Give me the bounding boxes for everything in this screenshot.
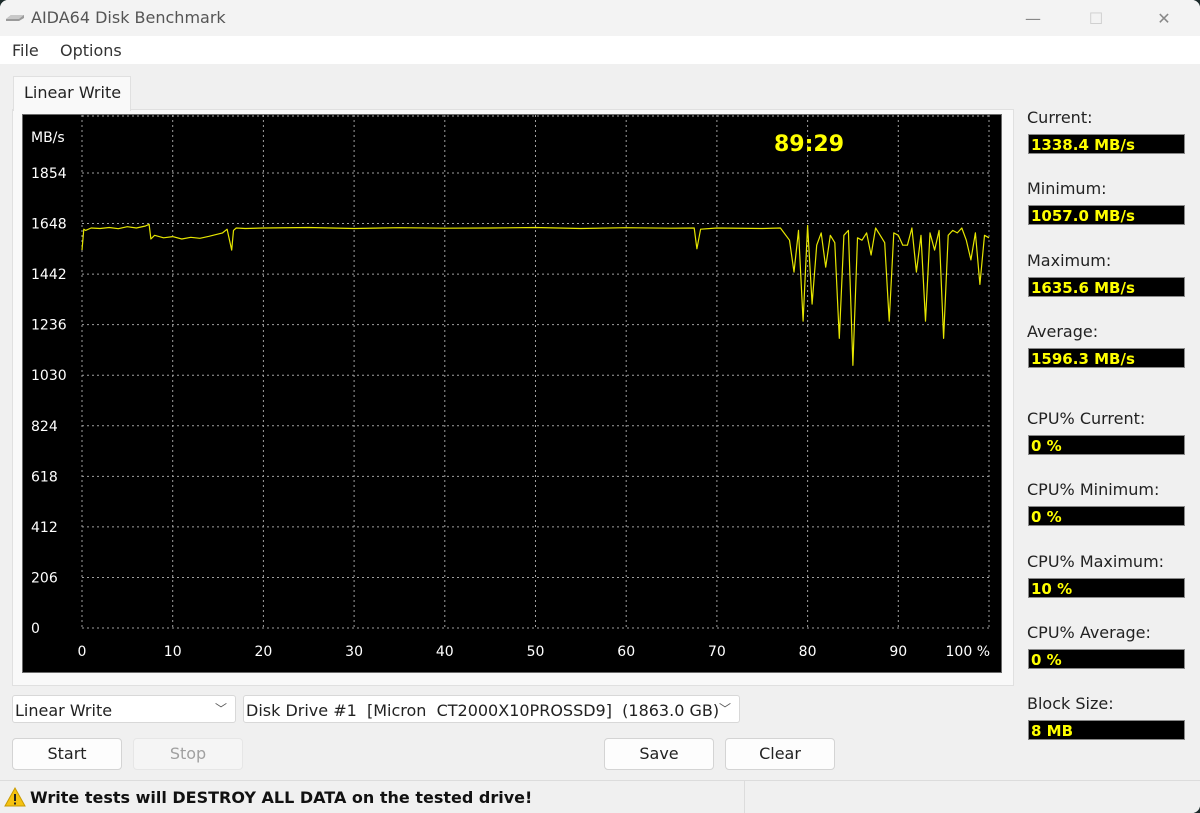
- close-button[interactable]: ✕: [1141, 0, 1187, 36]
- y-tick-label: 618: [31, 469, 58, 485]
- tab-linear-write[interactable]: Linear Write: [13, 76, 131, 111]
- chevron-down-icon: ﹀: [718, 702, 731, 716]
- x-tick-label: 80: [799, 644, 817, 660]
- y-tick-label: 1030: [31, 368, 67, 384]
- warning-text: Write tests will DESTROY ALL DATA on the…: [30, 788, 533, 807]
- chart-svg: 185416481442123610308246184122060MB/s0 10…: [31, 115, 990, 660]
- maximize-button[interactable]: ☐: [1073, 0, 1119, 36]
- x-tick-label: 50: [527, 644, 545, 660]
- clear-button[interactable]: Clear: [725, 738, 835, 770]
- y-tick-label: 1648: [31, 217, 67, 233]
- y-axis-label: MB/s: [31, 130, 65, 146]
- stat-label-cpu-current: CPU% Current:: [1027, 409, 1146, 428]
- x-tick-label: 20: [254, 644, 272, 660]
- drive-value: Disk Drive #1 [Micron CT2000X10PROSSD9] …: [246, 701, 720, 720]
- minimize-button[interactable]: —: [1010, 0, 1056, 36]
- start-button[interactable]: Start: [12, 738, 122, 770]
- stat-label-average: Average:: [1027, 322, 1099, 341]
- stat-value-current: 1338.4 MB/s: [1028, 134, 1185, 154]
- x-tick-label: 10: [164, 644, 182, 660]
- y-tick-label: 412: [31, 520, 58, 536]
- menu-options[interactable]: Options: [60, 41, 122, 60]
- menu-file[interactable]: File: [12, 41, 39, 60]
- stop-button[interactable]: Stop: [133, 738, 243, 770]
- y-tick-label: 206: [31, 570, 58, 586]
- x-tick-label: 60: [617, 644, 635, 660]
- warning-icon: [4, 786, 26, 807]
- stat-value-cpu-current: 0 %: [1028, 435, 1185, 455]
- y-tick-label: 824: [31, 419, 58, 435]
- x-tick-label: 100 %: [946, 644, 990, 660]
- chevron-down-icon: ﹀: [214, 702, 227, 716]
- test-type-select[interactable]: Linear Write ﹀: [12, 695, 236, 723]
- x-tick-label: 0: [78, 644, 87, 660]
- disk-drive-icon: [6, 15, 24, 21]
- stat-label-minimum: Minimum:: [1027, 179, 1107, 198]
- stat-label-cpu-average: CPU% Average:: [1027, 623, 1151, 642]
- y-tick-label: 1236: [31, 318, 67, 334]
- stat-value-average: 1596.3 MB/s: [1028, 348, 1185, 368]
- x-tick-label: 90: [889, 644, 907, 660]
- menu-bar: File Options: [0, 36, 1200, 64]
- status-bar: Write tests will DESTROY ALL DATA on the…: [0, 780, 1200, 813]
- test-type-value: Linear Write: [15, 701, 113, 720]
- stat-label-current: Current:: [1027, 108, 1093, 127]
- y-tick-label: 1442: [31, 267, 67, 283]
- stat-value-cpu-minimum: 0 %: [1028, 506, 1185, 526]
- benchmark-chart: 1854 1648 1442 1236 1030 824 618 412 206 0 MB/s 0 10…: [22, 114, 1002, 673]
- stat-label-block-size: Block Size:: [1027, 694, 1114, 713]
- stat-value-cpu-maximum: 10 %: [1028, 578, 1185, 598]
- stat-value-minimum: 1057.0 MB/s: [1028, 205, 1185, 225]
- x-tick-label: 70: [708, 644, 726, 660]
- stat-value-cpu-average: 0 %: [1028, 649, 1185, 669]
- tab-label: Linear Write: [24, 83, 122, 102]
- x-tick-label: 30: [345, 644, 363, 660]
- window-title: AIDA64 Disk Benchmark: [31, 8, 226, 27]
- save-button[interactable]: Save: [604, 738, 714, 770]
- title-bar[interactable]: AIDA64 Disk Benchmark — ☐ ✕: [0, 0, 1200, 36]
- close-icon: ✕: [1157, 8, 1171, 28]
- stat-value-block-size: 8 MB: [1028, 720, 1185, 740]
- maximize-icon: ☐: [1088, 8, 1104, 28]
- x-tick-label: 40: [436, 644, 454, 660]
- stat-label-cpu-maximum: CPU% Maximum:: [1027, 552, 1165, 571]
- elapsed-timer: 89:29: [774, 132, 844, 157]
- status-divider: [744, 781, 745, 813]
- app-window: AIDA64 Disk Benchmark — ☐ ✕ File Options…: [0, 0, 1200, 813]
- stat-value-maximum: 1635.6 MB/s: [1028, 277, 1185, 297]
- y-tick-label: 1854: [31, 166, 67, 182]
- stat-label-cpu-minimum: CPU% Minimum:: [1027, 480, 1160, 499]
- y-tick-label: 0: [31, 621, 40, 637]
- drive-select[interactable]: Disk Drive #1 [Micron CT2000X10PROSSD9] …: [243, 695, 740, 723]
- minimize-icon: —: [1025, 8, 1041, 28]
- stat-label-maximum: Maximum:: [1027, 251, 1112, 270]
